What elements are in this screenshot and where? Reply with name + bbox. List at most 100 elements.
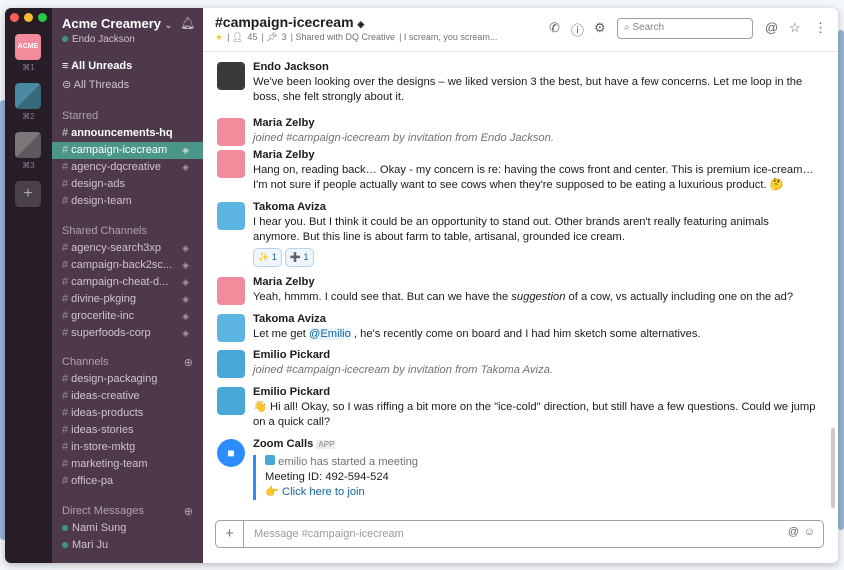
sidebar-channel[interactable]: # ideas-products	[52, 405, 203, 422]
message-composer[interactable]: + Message #campaign-icecream @ ☺	[215, 520, 824, 548]
pin-icon[interactable]: 📌︎	[266, 32, 277, 42]
channel-title[interactable]: #campaign-icecream ◈	[215, 14, 364, 30]
minimize-button[interactable]	[24, 13, 33, 22]
all-unreads[interactable]: ≡ All Unreads	[52, 58, 203, 75]
avatar[interactable]	[217, 202, 245, 230]
sidebar-channel[interactable]: # ideas-stories	[52, 422, 203, 439]
sidebar-channel[interactable]: # in-store-mktg	[52, 439, 203, 456]
author-name[interactable]: Emilio Pickard	[253, 349, 330, 361]
author-name[interactable]: Maria Zelby	[253, 149, 315, 161]
shared-icon: ◈	[182, 328, 189, 338]
avatar[interactable]	[217, 314, 245, 342]
channel-label: campaign-icecream	[71, 144, 168, 156]
info-icon[interactable]: ⓘ	[571, 20, 584, 39]
team-2[interactable]	[15, 83, 41, 109]
sidebar-channel[interactable]: # ideas-creative	[52, 388, 203, 405]
sidebar-channel[interactable]: # design-packaging	[52, 371, 203, 388]
avatar[interactable]	[217, 118, 245, 146]
sidebar-channel[interactable]: # design-ads	[52, 176, 203, 193]
sidebar-channel[interactable]: # agency-search3xp ◈	[52, 240, 203, 257]
channel-label: superfoods-corp	[71, 327, 151, 339]
sidebar-channel[interactable]: # superfoods-corp ◈	[52, 325, 203, 342]
hash-icon: #	[62, 390, 69, 402]
all-threads[interactable]: ⊜ All Threads	[52, 77, 203, 94]
sidebar-channel[interactable]: # campaign-back2sc... ◈	[52, 257, 203, 274]
message-text: We've been looking over the designs – we…	[253, 76, 803, 103]
gear-icon[interactable]: ⚙	[594, 20, 606, 36]
message: Emilio Pickard 👋 Hi all! Okay, so I was r…	[217, 385, 818, 430]
channel-label: ideas-products	[71, 407, 144, 419]
channel-label: grocerlite-inc	[71, 310, 135, 322]
channels-heading: Channels ⊕	[62, 356, 193, 369]
team-shortcut: ⌘2	[22, 112, 35, 121]
reaction[interactable]: ✨ 1	[253, 248, 282, 267]
avatar[interactable]	[217, 387, 245, 415]
members-icon[interactable]: 👤︎	[232, 32, 243, 42]
team-3[interactable]	[15, 132, 41, 158]
author-name[interactable]: Maria Zelby	[253, 276, 315, 288]
scrollbar[interactable]	[831, 428, 835, 508]
sidebar-channel[interactable]: # grocerlite-inc ◈	[52, 308, 203, 325]
shared-with: Shared with DQ Creative	[295, 32, 396, 42]
message-text: joined #campaign-icecream by invitation …	[253, 132, 554, 144]
shared-icon: ◈	[182, 277, 189, 287]
search-input[interactable]: ⌕ Search	[617, 18, 753, 39]
message: Takoma Aviza Let me get @Emilio , he's re…	[217, 312, 818, 342]
author-name[interactable]: Endo Jackson	[253, 61, 329, 73]
message-text: 👋 Hi all! Okay, so I was riffing a bit m…	[253, 401, 816, 428]
close-button[interactable]	[10, 13, 19, 22]
join-meeting-link[interactable]: Click here to join	[282, 486, 365, 498]
window-controls	[10, 13, 47, 22]
avatar[interactable]	[217, 150, 245, 178]
channel-label: ideas-creative	[71, 390, 140, 402]
author-name[interactable]: Takoma Aviza	[253, 313, 326, 325]
bell-icon[interactable]: 🔔︎	[180, 16, 195, 30]
sidebar-channel[interactable]: # divine-pkging ◈	[52, 291, 203, 308]
attach-button[interactable]: +	[216, 521, 244, 547]
author-name[interactable]: Emilio Pickard	[253, 386, 330, 398]
emoji-icon[interactable]: ☺	[804, 526, 815, 538]
team-acme[interactable]: ACME	[15, 34, 41, 60]
hash-icon: #	[62, 127, 69, 139]
shared-heading: Shared Channels	[62, 225, 148, 237]
sidebar-channel[interactable]: # marketing-team	[52, 456, 203, 473]
channel-label: design-ads	[71, 178, 125, 190]
sidebar-channel[interactable]: # announcements-hq	[52, 125, 203, 142]
star-icon[interactable]: ★	[215, 32, 223, 42]
sidebar: Acme Creamery ⌄ Endo Jackson 🔔︎ ≡ All Un…	[52, 8, 203, 563]
avatar[interactable]	[217, 350, 245, 378]
more-icon[interactable]: ⋮	[814, 20, 827, 36]
hash-icon: #	[62, 424, 69, 436]
zoom-button[interactable]	[38, 13, 47, 22]
sidebar-channel[interactable]: Mari Ju	[52, 537, 203, 554]
reaction[interactable]: ➕ 1	[284, 248, 314, 267]
add-team-button[interactable]: +	[15, 181, 41, 207]
hash-icon: #	[62, 407, 69, 419]
sidebar-channel[interactable]: # office-pa	[52, 473, 203, 490]
sidebar-channel[interactable]: Nami Sung	[52, 520, 203, 537]
star-outline-icon[interactable]: ☆	[789, 20, 801, 36]
starred-heading: Starred	[62, 110, 99, 122]
sidebar-channel[interactable]: # campaign-cheat-d... ◈	[52, 274, 203, 291]
sidebar-channel[interactable]: # agency-dqcreative ◈	[52, 159, 203, 176]
channel-topic[interactable]: I scream, you scream...	[404, 32, 498, 42]
sidebar-channel[interactable]: # design-team	[52, 193, 203, 210]
mentions-icon[interactable]: @	[765, 20, 778, 35]
avatar[interactable]	[217, 62, 245, 90]
author-name[interactable]: Takoma Aviza	[253, 201, 326, 213]
composer-placeholder[interactable]: Message #campaign-icecream	[254, 528, 404, 540]
phone-icon[interactable]: ✆	[549, 20, 560, 36]
workspace-name[interactable]: Acme Creamery ⌄	[62, 16, 172, 31]
channel-label: campaign-cheat-d...	[71, 276, 169, 288]
author-name[interactable]: Zoom Calls	[253, 438, 313, 450]
author-name[interactable]: Maria Zelby	[253, 117, 315, 129]
user-mention[interactable]: @Emilio	[308, 328, 351, 340]
hash-icon: #	[62, 195, 69, 207]
mention-icon[interactable]: @	[788, 526, 799, 538]
avatar[interactable]: ■	[217, 439, 245, 467]
channel-label: campaign-back2sc...	[71, 259, 173, 271]
sidebar-channel[interactable]: # campaign-icecream ◈	[52, 142, 203, 159]
add-channel-icon[interactable]: ⊕	[184, 356, 193, 369]
add-dm-icon[interactable]: ⊕	[184, 505, 193, 518]
avatar[interactable]	[217, 277, 245, 305]
